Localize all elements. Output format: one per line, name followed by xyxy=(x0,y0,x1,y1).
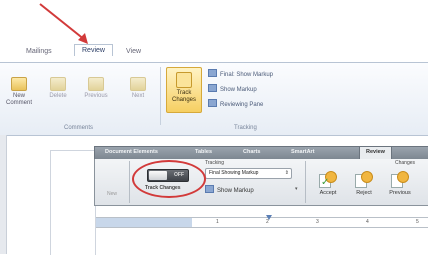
reviewing-pane-button[interactable]: Reviewing Pane xyxy=(208,99,263,108)
lower-divider xyxy=(129,161,130,203)
previous-change-button[interactable]: Previous xyxy=(385,171,415,196)
tracking-group-label: Tracking xyxy=(205,160,224,166)
ruler-number: 5 xyxy=(416,219,419,225)
track-changes-button[interactable]: Track Changes xyxy=(166,67,202,113)
final-markup-dropdown[interactable]: Final Showing Markup ⇕ xyxy=(205,168,292,179)
annotation-arrow xyxy=(39,3,88,44)
ruler-number: 1 xyxy=(216,219,219,225)
changes-group-label: Changes xyxy=(395,160,416,166)
dropdown-arrow-icon: ⇕ xyxy=(284,170,289,176)
markup-icon xyxy=(205,185,214,193)
pane-icon xyxy=(208,99,217,107)
show-markup-arrow-icon: ▾ xyxy=(295,186,298,192)
lower-divider xyxy=(305,161,306,203)
ruler-number: 4 xyxy=(366,219,369,225)
document-margin xyxy=(0,135,7,254)
ruler-number: 3 xyxy=(316,219,319,225)
upper-ribbon: New Comment Delete Previous Next Track C… xyxy=(0,62,428,136)
ruler-number: 2 xyxy=(266,219,269,225)
ribbon-divider xyxy=(160,67,161,125)
comment-icon xyxy=(11,77,27,91)
markup-icon xyxy=(208,84,217,92)
accept-button[interactable]: ✓ Accept xyxy=(313,171,343,196)
document-page xyxy=(50,150,96,255)
show-markup-lower[interactable]: Show Markup xyxy=(205,185,254,194)
accept-icon: ✓ xyxy=(317,171,339,188)
next-comment-icon xyxy=(130,77,146,91)
lower-tab-strip: Document Elements Tables Charts SmartArt… xyxy=(94,146,428,161)
reject-icon xyxy=(353,171,375,188)
final-show-markup-dropdown[interactable]: Final: Show Markup xyxy=(208,69,273,78)
tab-charts[interactable]: Charts xyxy=(243,149,260,155)
delete-comment-icon xyxy=(50,77,66,91)
next-comment-button[interactable]: Next xyxy=(126,77,150,100)
group-tracking-label: Tracking xyxy=(234,125,257,131)
previous-change-icon xyxy=(389,171,411,188)
reject-button[interactable]: Reject xyxy=(349,171,379,196)
track-changes-icon xyxy=(176,72,192,88)
tab-document-elements[interactable]: Document Elements xyxy=(105,149,158,155)
tab-tables[interactable]: Tables xyxy=(195,149,212,155)
tab-smartart[interactable]: SmartArt xyxy=(291,149,315,155)
new-comment-button[interactable]: New Comment xyxy=(4,77,34,107)
previous-comment-button[interactable]: Previous xyxy=(80,77,112,100)
ruler-margin xyxy=(96,218,192,227)
delete-comment-button[interactable]: Delete xyxy=(44,77,72,100)
previous-comment-icon xyxy=(88,77,104,91)
tab-view[interactable]: View xyxy=(126,48,141,55)
annotation-circle xyxy=(132,160,206,198)
ruler[interactable]: 1 2 3 4 5 xyxy=(96,215,428,228)
show-markup-dropdown[interactable]: Show Markup xyxy=(208,84,257,93)
display-icon xyxy=(208,69,217,77)
group-comments-label: Comments xyxy=(64,125,94,131)
new-label: New xyxy=(107,191,118,197)
